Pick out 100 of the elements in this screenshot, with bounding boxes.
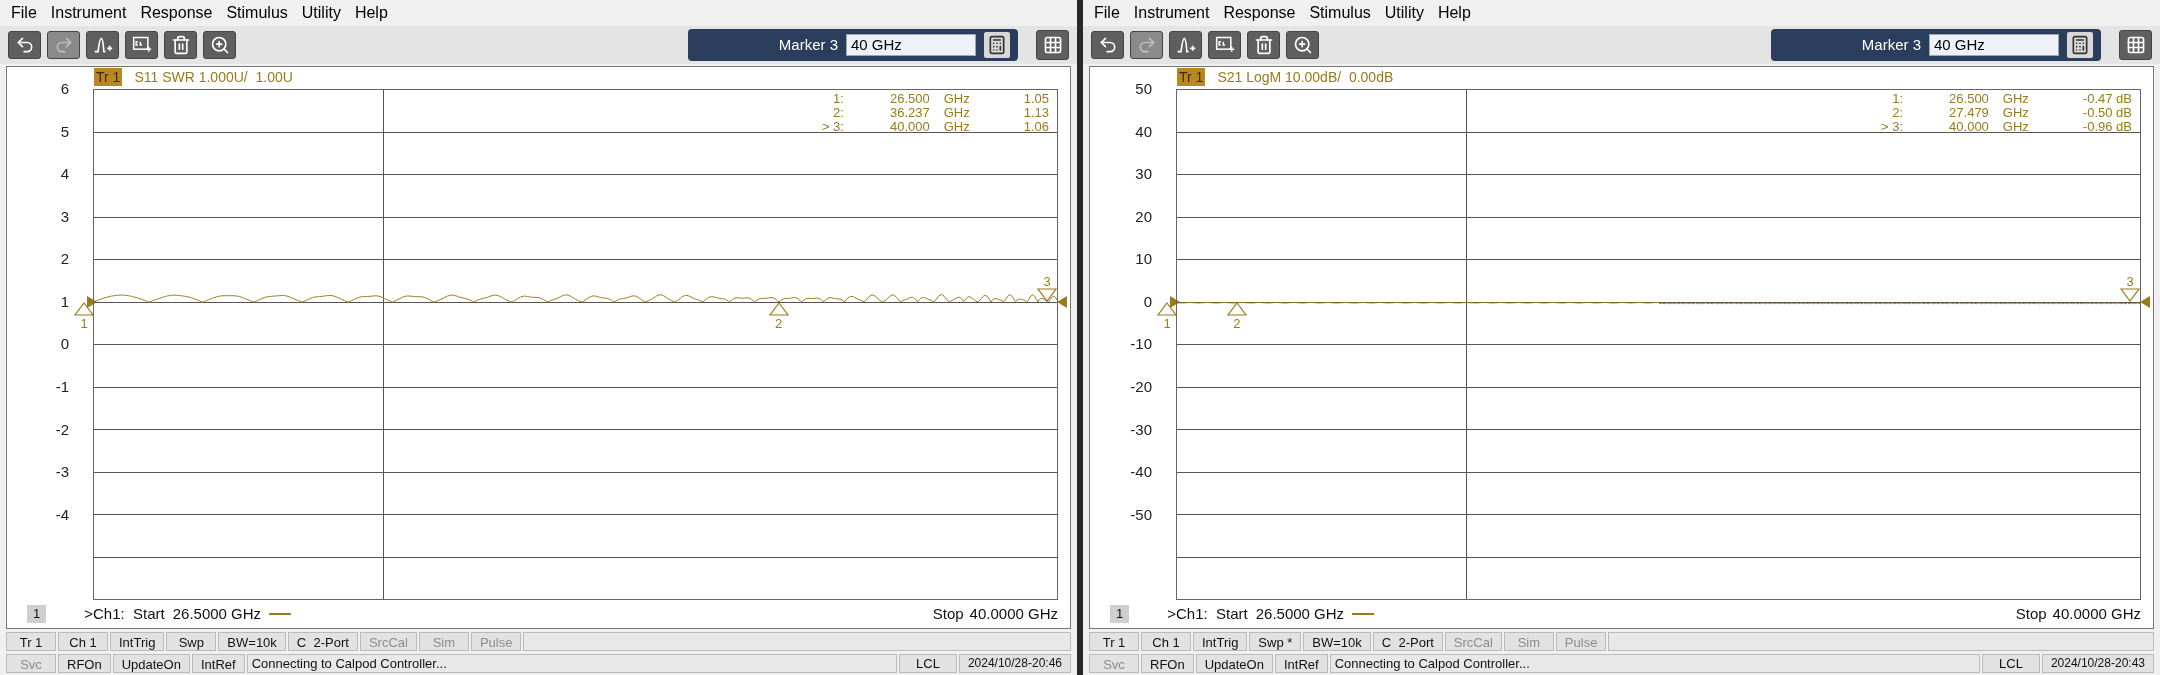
menu-item[interactable]: Instrument (1126, 1, 1217, 25)
status-button[interactable]: BW=10k (1303, 631, 1371, 651)
y-axis-label: 30 (1135, 163, 1152, 184)
marker-readout-value: -0.96 dB (2082, 120, 2132, 134)
y-axis-label: 40 (1135, 121, 1152, 142)
marker-readout-frequency: 26.500 (888, 92, 930, 106)
trace-badge[interactable]: Tr 1 (1177, 68, 1206, 86)
y-axis-label: -4 (55, 504, 69, 525)
trash-icon (1253, 35, 1274, 55)
channel-stop-label: Stop (932, 603, 964, 624)
menu-button[interactable] (1036, 30, 1069, 60)
undo-icon (1097, 35, 1118, 55)
marker-triangle-icon[interactable] (768, 302, 789, 317)
channel-stop-value: 40.0000 GHz (2052, 603, 2141, 624)
status-button[interactable]: Swp * (1249, 631, 1302, 651)
toolbar-button[interactable] (1286, 31, 1319, 59)
menu-item[interactable]: Utility (294, 1, 348, 25)
menu-item[interactable]: Help (347, 1, 395, 25)
marker-readout-label: 1: (1891, 92, 1904, 106)
y-axis-label: 3 (60, 206, 69, 227)
menu-item[interactable]: Response (1216, 1, 1303, 25)
status-message: Connecting to Calpod Controller... (1329, 653, 1981, 673)
calculator-button[interactable] (984, 32, 1010, 58)
status-button[interactable]: BW=10k (218, 631, 286, 651)
marker-readout-frequency: 27.479 (1948, 106, 1989, 120)
marker-readout-value: 1.05 (1023, 92, 1049, 106)
status-button[interactable]: IntRef (191, 653, 245, 673)
status-button[interactable]: IntRef (1274, 653, 1328, 673)
remote-status-indicator: LCL (899, 653, 957, 673)
marker-readout-unit: GHz (943, 106, 971, 120)
marker-number: 1 (80, 316, 88, 332)
y-axis-label: -2 (55, 419, 69, 440)
marker-triangle-icon[interactable] (2120, 288, 2140, 303)
marker-value-field[interactable]: 40 GHz (846, 34, 976, 56)
toolbar-button[interactable] (203, 31, 236, 59)
marker-triangle-icon[interactable] (1157, 302, 1177, 317)
menu-button[interactable] (2119, 30, 2152, 60)
toolbar-button[interactable] (1169, 31, 1202, 59)
status-button[interactable]: RFOn (58, 653, 111, 673)
marker-triangle-icon[interactable] (1226, 302, 1247, 317)
y-axis-label: 0 (60, 334, 69, 355)
toolbar-button[interactable] (1208, 31, 1241, 59)
status-button[interactable]: Tr 1 (6, 631, 56, 651)
channel-start-value: 26.5000 GHz (172, 603, 262, 624)
marker-readout-value: -0.47 dB (2082, 92, 2132, 106)
y-axis-label: -50 (1130, 504, 1152, 525)
marker-readout-label: 1: (832, 92, 844, 106)
menu-item[interactable]: Response (133, 1, 220, 25)
status-button[interactable]: Swp (166, 631, 217, 651)
marker-triangle-icon[interactable] (1037, 288, 1057, 303)
status-button[interactable]: UpdateOn (112, 653, 190, 673)
marker-add-icon (1175, 35, 1196, 55)
zoom-in-icon (1292, 35, 1313, 55)
toolbar-button[interactable] (8, 31, 41, 59)
marker-triangle-icon[interactable] (74, 302, 94, 317)
marker-label: Marker 3 (1861, 34, 1921, 55)
toolbar-button[interactable] (164, 31, 197, 59)
calculator-button[interactable] (2067, 32, 2093, 58)
status-button[interactable]: Ch 1 (58, 631, 108, 651)
channel-add-icon (131, 35, 152, 55)
status-button[interactable]: UpdateOn (1195, 653, 1273, 673)
y-axis-label: 50 (1135, 78, 1152, 99)
marker-readout-label: > 3: (821, 120, 844, 134)
y-axis-label: -40 (1130, 461, 1152, 482)
channel-number-badge[interactable]: 1 (27, 605, 47, 623)
status-button[interactable]: IntTrig (1193, 631, 1248, 651)
status-button[interactable]: Ch 1 (1141, 631, 1191, 651)
marker-number: 3 (2126, 275, 2134, 289)
menu-item[interactable]: Instrument (43, 1, 134, 25)
status-button[interactable]: IntTrig (110, 631, 165, 651)
y-axis-label: -20 (1130, 376, 1152, 397)
y-axis-label: 5 (60, 121, 69, 142)
menu-item[interactable]: File (4, 1, 44, 25)
channel-number-badge[interactable]: 1 (1110, 605, 1130, 623)
toolbar-button[interactable] (1247, 31, 1280, 59)
y-axis-label: 4 (60, 163, 69, 184)
toolbar-button[interactable] (86, 31, 119, 59)
y-axis-label: -3 (55, 461, 69, 482)
menu-item[interactable]: Help (1430, 1, 1478, 25)
y-axis-label: -1 (55, 376, 69, 397)
status-button[interactable]: RFOn (1141, 653, 1194, 673)
trace-badge[interactable]: Tr 1 (94, 68, 123, 86)
menu-item[interactable]: Stimulus (1302, 1, 1378, 25)
marker-number: 3 (1043, 275, 1051, 289)
y-axis-label: 2 (60, 249, 69, 270)
status-button[interactable]: C 2-Port (287, 631, 358, 651)
toolbar-button[interactable] (125, 31, 158, 59)
status-button[interactable]: C 2-Port (1372, 631, 1443, 651)
toolbar-button[interactable] (1091, 31, 1124, 59)
marker-value-field[interactable]: 40 GHz (1929, 34, 2059, 56)
marker-readout-unit: GHz (2002, 120, 2030, 134)
marker-readout-unit: GHz (943, 120, 971, 134)
menu-item[interactable]: File (1087, 1, 1127, 25)
status-button[interactable]: Tr 1 (1089, 631, 1139, 651)
marker-readout-value: 1.13 (1023, 106, 1049, 120)
menu-item[interactable]: Stimulus (219, 1, 295, 25)
date-time: 2024/10/28-20:43 (2041, 653, 2154, 673)
y-axis-label: 10 (1135, 249, 1152, 270)
marker-readout-unit: GHz (943, 92, 971, 106)
menu-item[interactable]: Utility (1377, 1, 1431, 25)
